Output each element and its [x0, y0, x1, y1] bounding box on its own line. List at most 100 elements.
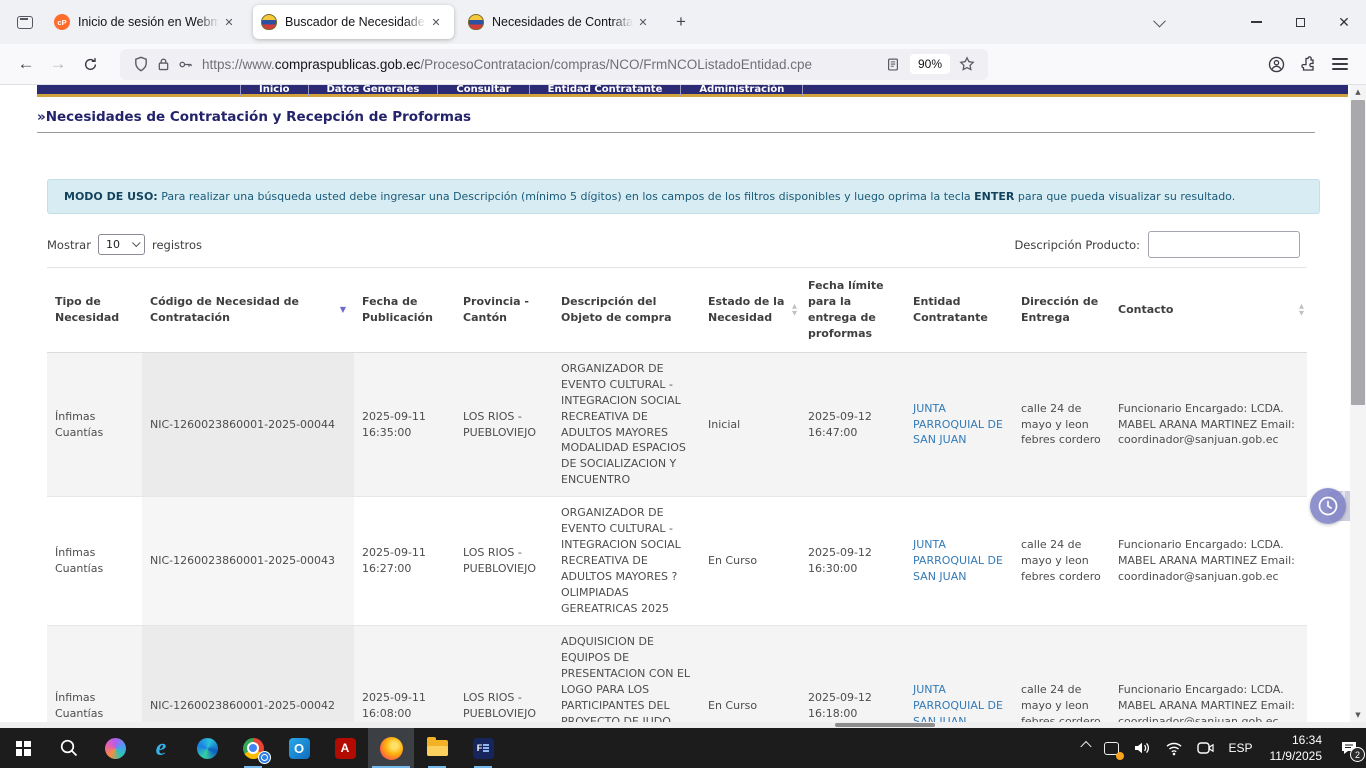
- col-header-fecha-limite[interactable]: Fecha límite para la entrega de proforma…: [800, 268, 905, 353]
- tray-sync-button[interactable]: [1097, 728, 1126, 768]
- product-description-input[interactable]: [1148, 231, 1300, 258]
- entidad-contratante-link[interactable]: JUNTA PARROQUIAL DE SAN JUAN: [913, 683, 1003, 722]
- browser-tab-bar: cP Inicio de sesión en Webmail ✕ Buscado…: [0, 0, 1366, 44]
- tab-buscador-necesidades[interactable]: Buscador de Necesidades de Co ✕: [253, 5, 454, 39]
- scrollbar-thumb[interactable]: [1351, 100, 1365, 405]
- taskbar-chrome-button[interactable]: [230, 728, 276, 768]
- col-header-tipo[interactable]: Tipo de Necesidad: [47, 268, 142, 353]
- nav-item-administracion[interactable]: Administración: [681, 85, 803, 96]
- extensions-button[interactable]: [1292, 48, 1324, 80]
- clock-date: 11/9/2025: [1270, 748, 1323, 764]
- taskbar-edge-button[interactable]: [184, 728, 230, 768]
- nav-item-entidad-contratante[interactable]: Entidad Contratante: [530, 85, 682, 96]
- tray-language-button[interactable]: ESP: [1221, 728, 1259, 768]
- zoom-level-indicator[interactable]: 90%: [910, 54, 950, 74]
- firefox-icon: [380, 737, 403, 760]
- menu-button[interactable]: [1324, 48, 1356, 80]
- restore-window-button[interactable]: [1278, 5, 1322, 39]
- nav-item-consultar[interactable]: Consultar: [438, 85, 529, 96]
- alert-dot-icon: [1116, 752, 1124, 760]
- start-button[interactable]: [0, 728, 46, 768]
- list-all-tabs-button[interactable]: [1144, 7, 1174, 37]
- cell-codigo: NIC-1260023860001-2025-00043: [142, 497, 354, 626]
- floating-clock-widget[interactable]: [1310, 488, 1350, 524]
- restore-icon: [1296, 18, 1305, 27]
- action-center-button[interactable]: 2: [1332, 728, 1366, 768]
- cell-provincia: LOS RIOS - PUEBLOVIEJO: [455, 625, 553, 722]
- cell-codigo: NIC-1260023860001-2025-00044: [142, 352, 354, 497]
- entidad-contratante-link[interactable]: JUNTA PARROQUIAL DE SAN JUAN: [913, 538, 1003, 583]
- address-bar[interactable]: https://www.compraspublicas.gob.ec/Proce…: [120, 49, 988, 80]
- meet-now-icon: [1197, 741, 1214, 755]
- cell-direccion: calle 24 de mayo y leon febres cordero: [1013, 352, 1110, 497]
- back-button[interactable]: ←: [10, 48, 42, 80]
- tracking-protection-shield-icon[interactable]: [130, 53, 152, 75]
- cell-fecha-limite: 2025-09-12 16:18:00: [800, 625, 905, 722]
- col-header-descripcion[interactable]: Descripción del Objeto de compra: [553, 268, 700, 353]
- col-header-codigo[interactable]: Código de Necesidad de Contratación▼: [142, 268, 354, 353]
- tab-webmail[interactable]: cP Inicio de sesión en Webmail ✕: [46, 5, 247, 39]
- acrobat-icon: A: [335, 738, 356, 759]
- forward-button[interactable]: →: [42, 48, 74, 80]
- cell-tipo: Ínfimas Cuantías: [47, 352, 142, 497]
- table-row: Ínfimas Cuantías NIC-1260023860001-2025-…: [47, 497, 1307, 626]
- account-person-icon: [1268, 56, 1285, 73]
- cell-fecha-publicacion: 2025-09-11 16:35:00: [354, 352, 455, 497]
- col-header-entidad[interactable]: Entidad Contratante: [905, 268, 1013, 353]
- clock-time: 16:34: [1292, 732, 1322, 748]
- table-row: Ínfimas Cuantías NIC-1260023860001-2025-…: [47, 352, 1307, 497]
- saved-password-key-icon[interactable]: [174, 53, 196, 75]
- firefox-view-button[interactable]: [10, 7, 40, 37]
- tab-necesidades-contratacion[interactable]: Necesidades de Contratación y ✕: [460, 5, 661, 39]
- chevron-up-icon: [1081, 741, 1092, 752]
- tray-volume-button[interactable]: [1126, 728, 1158, 768]
- reload-button[interactable]: [74, 48, 106, 80]
- col-header-estado[interactable]: Estado de la Necesidad▲▼: [700, 268, 800, 353]
- col-header-provincia[interactable]: Provincia - Cantón: [455, 268, 553, 353]
- vertical-scrollbar[interactable]: ▲ ▼: [1350, 85, 1366, 722]
- site-nav-bar: Inicio Datos Generales Consultar Entidad…: [37, 85, 1348, 97]
- nav-item-inicio[interactable]: Inicio: [240, 85, 309, 96]
- new-tab-button[interactable]: +: [667, 8, 695, 36]
- reload-icon: [83, 57, 98, 72]
- minimize-window-button[interactable]: [1234, 5, 1278, 39]
- taskbar-search-button[interactable]: [46, 728, 92, 768]
- cell-descripcion: ADQUISICION DE EQUIPOS DE PRESENTACION C…: [553, 625, 700, 722]
- tab-close-icon[interactable]: ✕: [426, 12, 446, 32]
- taskbar-file-explorer-button[interactable]: [414, 728, 460, 768]
- taskbar-acrobat-button[interactable]: A: [322, 728, 368, 768]
- cell-fecha-limite: 2025-09-12 16:47:00: [800, 352, 905, 497]
- close-window-button[interactable]: ✕: [1322, 5, 1366, 39]
- scroll-up-arrow[interactable]: ▲: [1350, 85, 1366, 99]
- col-header-contacto[interactable]: Contacto▲▼: [1110, 268, 1307, 353]
- col-header-fecha-publicacion[interactable]: Fecha de Publicación: [354, 268, 455, 353]
- cell-provincia: LOS RIOS - PUEBLOVIEJO: [455, 352, 553, 497]
- nav-item-datos-generales[interactable]: Datos Generales: [309, 85, 439, 96]
- page-size-select[interactable]: 10: [98, 234, 145, 255]
- bookmark-star-icon[interactable]: [956, 53, 978, 75]
- scrollbar-thumb[interactable]: [835, 723, 935, 727]
- firefox-view-icon: [17, 16, 33, 29]
- taskbar-firefox-button[interactable]: [368, 728, 414, 768]
- taskbar-copilot-button[interactable]: [92, 728, 138, 768]
- col-header-direccion[interactable]: Dirección de Entrega: [1013, 268, 1110, 353]
- screen: cP Inicio de sesión en Webmail ✕ Buscado…: [0, 0, 1366, 768]
- tray-network-button[interactable]: [1158, 728, 1190, 768]
- hamburger-icon: [1332, 58, 1348, 70]
- clock-icon: [1316, 494, 1340, 518]
- cell-tipo: Ínfimas Cuantías: [47, 497, 142, 626]
- taskbar-fs-app-button[interactable]: F: [460, 728, 506, 768]
- scroll-down-arrow[interactable]: ▼: [1350, 708, 1366, 722]
- entidad-contratante-link[interactable]: JUNTA PARROQUIAL DE SAN JUAN: [913, 402, 1003, 447]
- taskbar-outlook-button[interactable]: O: [276, 728, 322, 768]
- reader-view-icon[interactable]: [882, 53, 904, 75]
- tray-meet-now-button[interactable]: [1190, 728, 1221, 768]
- cell-fecha-publicacion: 2025-09-11 16:08:00: [354, 625, 455, 722]
- tab-close-icon[interactable]: ✕: [219, 12, 239, 32]
- tray-clock-button[interactable]: 16:34 11/9/2025: [1260, 732, 1333, 764]
- account-button[interactable]: [1260, 48, 1292, 80]
- tab-title: Inicio de sesión en Webmail: [78, 15, 219, 29]
- taskbar-internet-explorer-button[interactable]: e: [138, 728, 184, 768]
- tray-show-hidden-icons-button[interactable]: [1075, 728, 1097, 768]
- tab-close-icon[interactable]: ✕: [633, 12, 653, 32]
